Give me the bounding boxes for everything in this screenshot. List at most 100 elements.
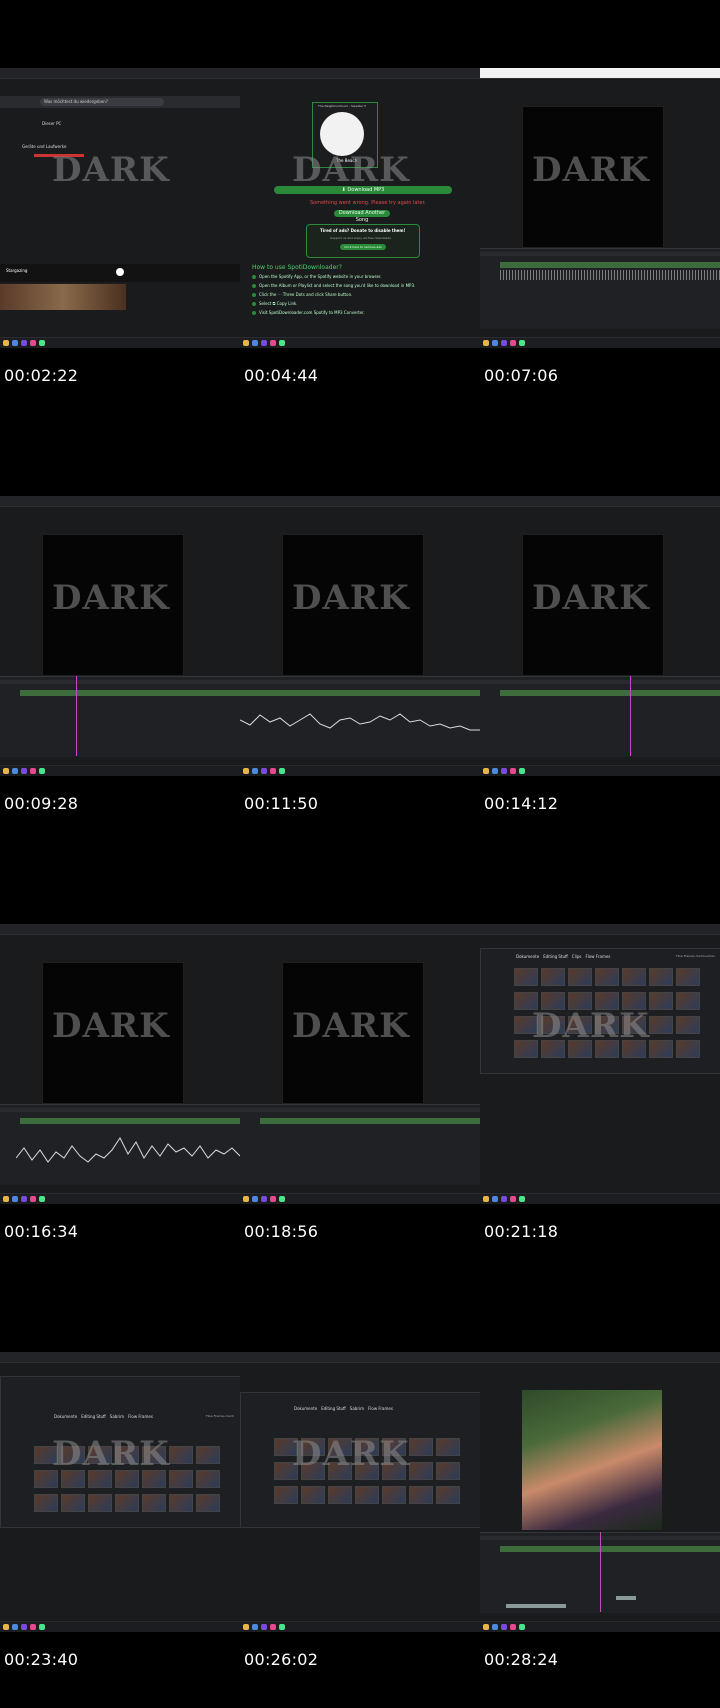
frame-3: DARK <box>480 68 720 348</box>
timestamp: 00:04:44 <box>244 366 319 385</box>
breadcrumb: Dokumente Editing Stuff Clips Flow Frame… <box>516 954 610 959</box>
card-header: The Neighbourhood – Sweater Weather <box>318 104 366 108</box>
timeline-panel <box>240 1104 480 1185</box>
frame-1: Was möchtest du wiedergeben? Dieser PC G… <box>0 68 240 348</box>
thumbnail-grid <box>514 968 700 1058</box>
wallpaper-thumbnail <box>0 284 126 310</box>
search-input[interactable]: Was möchtest du wiedergeben? <box>40 98 164 106</box>
window-titlebar <box>480 924 720 935</box>
breadcrumb-item[interactable]: Editing Stuff <box>321 1406 346 1411</box>
album-art <box>320 112 364 156</box>
graph-curve <box>16 1137 240 1163</box>
breadcrumb-item[interactable]: Dokumente <box>294 1406 317 1411</box>
panel-title: Geräte und Laufwerke <box>22 144 67 149</box>
preview-canvas <box>282 534 424 676</box>
taskbar <box>480 1621 720 1632</box>
taskbar <box>0 1193 240 1204</box>
breadcrumb-item[interactable]: Editing Stuff <box>543 954 568 959</box>
timestamp: 00:11:50 <box>244 794 319 813</box>
preview-canvas <box>42 534 184 676</box>
error-message: Something went wrong. Please try again l… <box>310 200 426 206</box>
playhead[interactable] <box>76 676 77 756</box>
playhead[interactable] <box>600 1532 601 1612</box>
playhead[interactable] <box>630 676 631 756</box>
timeline-ruler <box>240 1108 480 1112</box>
window-titlebar <box>480 68 720 79</box>
taskbar <box>480 1193 720 1204</box>
taskbar <box>240 1621 480 1632</box>
taskbar <box>0 337 240 348</box>
preview-canvas <box>282 962 424 1104</box>
breadcrumb-item[interactable]: Flow Frames <box>128 1414 153 1419</box>
preview-image <box>522 1390 662 1530</box>
download-another-button[interactable]: Download Another Song <box>334 210 390 223</box>
breadcrumb-item[interactable]: Clips <box>572 954 582 959</box>
frame-6: DARK <box>480 496 720 776</box>
window-titlebar <box>0 496 240 507</box>
preview-canvas <box>42 962 184 1104</box>
window-titlebar <box>240 68 480 79</box>
breadcrumb-item[interactable]: Editing Stuff <box>81 1414 106 1419</box>
search-input[interactable]: Flow Frames durch <box>206 1414 234 1418</box>
frame-5: DARK <box>240 496 480 776</box>
timestamp: 00:28:24 <box>484 1650 559 1669</box>
timeline-ruler <box>480 252 720 256</box>
timeline-panel <box>480 676 720 757</box>
timeline-ruler <box>480 680 720 684</box>
preview-canvas <box>522 106 664 248</box>
taskbar <box>0 1621 240 1632</box>
breadcrumb-item[interactable]: Sabrim <box>110 1414 124 1419</box>
donate-subtitle: Support us and enjoy ad-free downloads. <box>330 236 392 240</box>
drive-usage-bar <box>34 154 84 157</box>
audio-track <box>500 262 720 268</box>
window-titlebar <box>0 1352 240 1363</box>
clip-block[interactable] <box>616 1596 636 1600</box>
frame-9: Dokumente Editing Stuff Clips Flow Frame… <box>480 924 720 1204</box>
breadcrumb-item[interactable]: Dokumente <box>516 954 539 959</box>
taskbar <box>0 765 240 776</box>
donate-title: Tired of ads? Donate to disable them! <box>320 228 406 233</box>
timestamp: 00:26:02 <box>244 1650 319 1669</box>
timestamp: 00:07:06 <box>484 366 559 385</box>
window-titlebar <box>480 496 720 507</box>
audio-waveform <box>500 270 720 280</box>
window-titlebar <box>0 924 240 935</box>
audio-track <box>500 690 720 696</box>
clip-block[interactable] <box>506 1604 566 1608</box>
howto-title: How to use SpotiDownloader? <box>252 264 342 271</box>
timestamp: 00:14:12 <box>484 794 559 813</box>
timeline-panel <box>480 248 720 329</box>
breadcrumb-item[interactable]: Flow Frames <box>368 1406 393 1411</box>
timestamp: 00:16:34 <box>4 1222 79 1241</box>
step-5: Visit SpotiDownloader.com Spotify to MP3… <box>252 310 365 315</box>
search-input[interactable]: Flow Frames durchsuchen <box>676 954 715 958</box>
audio-track <box>20 1118 240 1124</box>
breadcrumb-item[interactable]: Flow Frames <box>585 954 610 959</box>
window-titlebar <box>240 1352 480 1363</box>
breadcrumb-item[interactable]: Sabrim <box>350 1406 364 1411</box>
timestamp: 00:21:18 <box>484 1222 559 1241</box>
breadcrumb: Dokumente Editing Stuff Sabrim Flow Fram… <box>54 1414 153 1419</box>
breadcrumb-item[interactable]: Dokumente <box>54 1414 77 1419</box>
frame-8: DARK <box>240 924 480 1204</box>
taskbar <box>480 765 720 776</box>
timestamp: 00:09:28 <box>4 794 79 813</box>
taskbar <box>480 337 720 348</box>
step-2: Open the Album or Playlist and select th… <box>252 283 415 288</box>
play-button[interactable] <box>116 268 124 276</box>
download-mp3-button[interactable]: ⬇ Download MP3 <box>274 186 452 194</box>
now-playing-title: Stargazing <box>6 268 28 273</box>
frame-2: The Neighbourhood – Sweater Weather The … <box>240 68 480 348</box>
step-1: Open the Spotify App, or the Spotify web… <box>252 274 382 279</box>
audio-track <box>20 690 240 696</box>
taskbar <box>240 337 480 348</box>
preview-canvas <box>522 534 664 676</box>
window-titlebar <box>480 1352 720 1363</box>
audio-track <box>260 1118 480 1124</box>
audio-track <box>240 690 480 696</box>
window-titlebar <box>240 924 480 935</box>
donate-button[interactable]: Click here to remove ads <box>340 244 386 250</box>
window-titlebar <box>240 496 480 507</box>
timeline-ruler <box>240 680 480 684</box>
window-titlebar <box>0 68 240 79</box>
